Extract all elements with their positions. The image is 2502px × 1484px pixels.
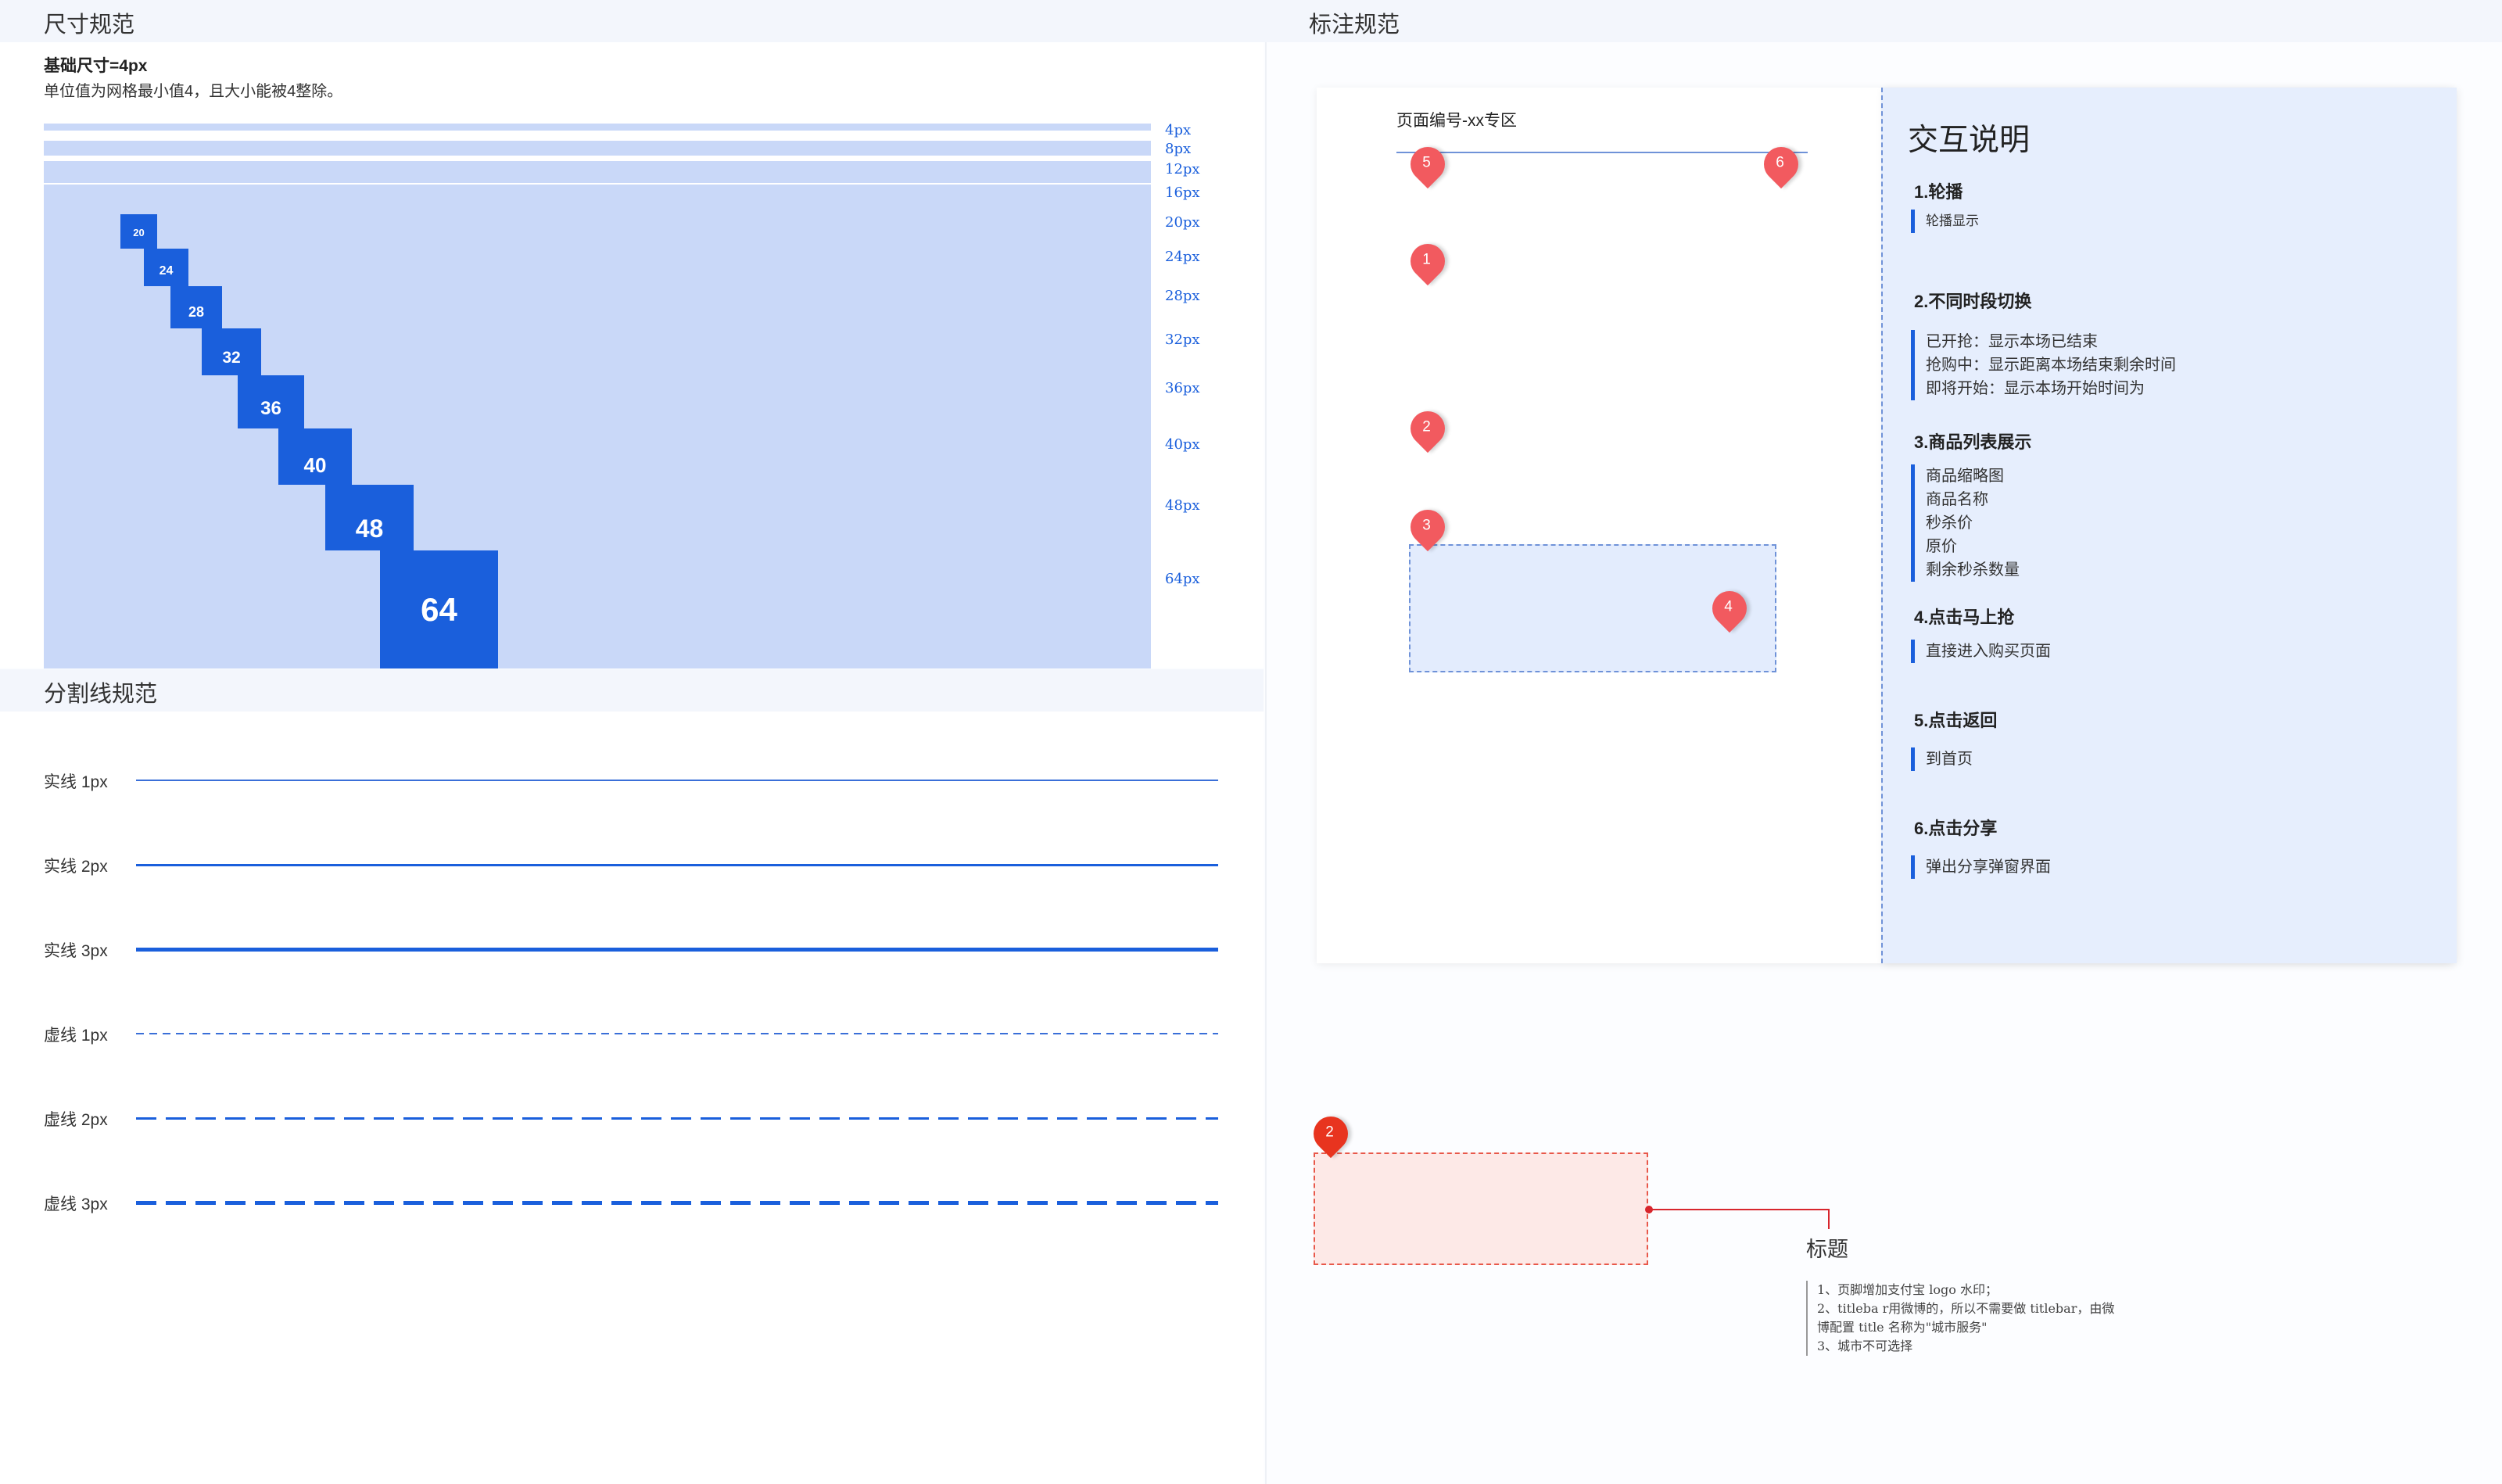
size-label: 64px	[1165, 571, 1200, 587]
callout-target-box[interactable]	[1314, 1152, 1648, 1265]
size-bar	[44, 214, 1151, 251]
size-bar	[44, 550, 1151, 669]
callout-note: 3、城市不可选择	[1817, 1339, 1913, 1353]
divider-label: 实线 3px	[44, 942, 108, 960]
callout-notes: 1、页脚增加支付宝 logo 水印； 2、titleba r用微博的，所以不需要…	[1806, 1281, 2114, 1356]
callout-connector-v	[1828, 1209, 1830, 1229]
interaction-note: 轮播显示	[1926, 213, 1979, 228]
size-bar	[44, 185, 1151, 214]
interaction-heading-6: 6.点击分享	[1914, 819, 1998, 838]
interaction-notes-6: 弹出分享弹窗界面	[1911, 855, 2051, 879]
divider-spec-panel	[0, 712, 1264, 1484]
base-size-title: 基础尺寸=4px	[44, 57, 148, 75]
divider-spec-header	[0, 669, 1264, 712]
annotation-spec-title: 标注规范	[1309, 13, 1400, 38]
interaction-notes-1: 轮播显示	[1911, 210, 1979, 233]
interaction-note: 抢购中：显示距离本场结束剩余时间	[1926, 357, 2176, 374]
page-label: 页面编号-xx专区	[1396, 112, 1517, 130]
divider-label: 实线 1px	[44, 773, 108, 791]
size-label: 36px	[1165, 380, 1200, 396]
interaction-notes-5: 到首页	[1911, 747, 1973, 771]
divider-line	[136, 864, 1218, 866]
interaction-note: 直接进入购买页面	[1926, 643, 2051, 660]
interaction-note: 商品名称	[1926, 491, 1988, 508]
divider-label: 虚线 3px	[44, 1195, 108, 1213]
callout-note: 1、页脚增加支付宝 logo 水印；	[1817, 1282, 1998, 1297]
size-label: 4px	[1165, 122, 1192, 138]
divider-label: 实线 2px	[44, 858, 108, 876]
interaction-heading-4: 4.点击马上抢	[1914, 608, 2015, 627]
annotation-spec-header	[1264, 0, 2502, 42]
callout-pin[interactable]: 2	[1306, 1109, 1356, 1159]
interaction-heading-5: 5.点击返回	[1914, 711, 1998, 730]
callout-note: 博配置 title 名称为"城市服务"	[1817, 1320, 1988, 1335]
size-label: 28px	[1165, 288, 1200, 304]
interaction-note: 即将开始：显示本场开始时间为	[1926, 380, 2145, 397]
size-square: 64	[380, 550, 498, 669]
interaction-heading-1: 1.轮播	[1914, 182, 1963, 202]
divider-line	[136, 780, 1218, 781]
size-label: 32px	[1165, 332, 1200, 348]
interaction-heading-3: 3.商品列表展示	[1914, 432, 2032, 452]
size-label: 12px	[1165, 161, 1200, 177]
divider-label: 虚线 2px	[44, 1111, 108, 1129]
interaction-note: 秒杀价	[1926, 514, 1973, 532]
interaction-notes-3: 商品缩略图 商品名称 秒杀价 原价 剩余秒杀数量	[1911, 464, 2020, 582]
size-label: 16px	[1165, 185, 1200, 201]
divider-spec-title: 分割线规范	[44, 682, 158, 707]
size-label: 48px	[1165, 497, 1200, 514]
interaction-notes-4: 直接进入购买页面	[1911, 640, 2051, 663]
callout-title: 标题	[1806, 1238, 1848, 1261]
divider-line	[136, 1201, 1218, 1205]
size-label: 40px	[1165, 436, 1200, 453]
interaction-note: 弹出分享弹窗界面	[1926, 858, 2051, 876]
interaction-title: 交互说明	[1908, 124, 2031, 157]
size-label: 20px	[1165, 214, 1200, 231]
divider-line	[136, 948, 1218, 952]
size-bar	[44, 124, 1151, 131]
callout-connector-h	[1650, 1209, 1830, 1210]
interaction-note: 商品缩略图	[1926, 468, 2004, 485]
interaction-note: 剩余秒杀数量	[1926, 561, 2020, 579]
interaction-note: 原价	[1926, 538, 1957, 555]
callout-note: 2、titleba r用微博的，所以不需要做 titlebar，由微	[1817, 1301, 2115, 1316]
size-square: 20	[120, 214, 157, 251]
divider-label: 虚线 1px	[44, 1027, 108, 1045]
size-spec-title: 尺寸规范	[44, 13, 135, 38]
interaction-note: 已开抢：显示本场已结束	[1926, 333, 2098, 350]
annotation-pane-divider	[1265, 42, 1267, 1484]
divider-line	[136, 1033, 1218, 1034]
size-label: 24px	[1165, 249, 1200, 265]
base-size-description: 单位值为网格最小值4，且大小能被4整除。	[44, 83, 343, 100]
size-bar	[44, 161, 1151, 183]
page-header-line	[1396, 152, 1808, 153]
size-label: 8px	[1165, 141, 1192, 157]
interaction-note: 到首页	[1926, 751, 1973, 768]
size-bar	[44, 141, 1151, 156]
interaction-heading-2: 2.不同时段切换	[1914, 292, 2032, 311]
divider-line	[136, 1117, 1218, 1120]
size-spec-header	[0, 0, 1264, 42]
interaction-notes-2: 已开抢：显示本场已结束 抢购中：显示距离本场结束剩余时间 即将开始：显示本场开始…	[1911, 330, 2176, 400]
